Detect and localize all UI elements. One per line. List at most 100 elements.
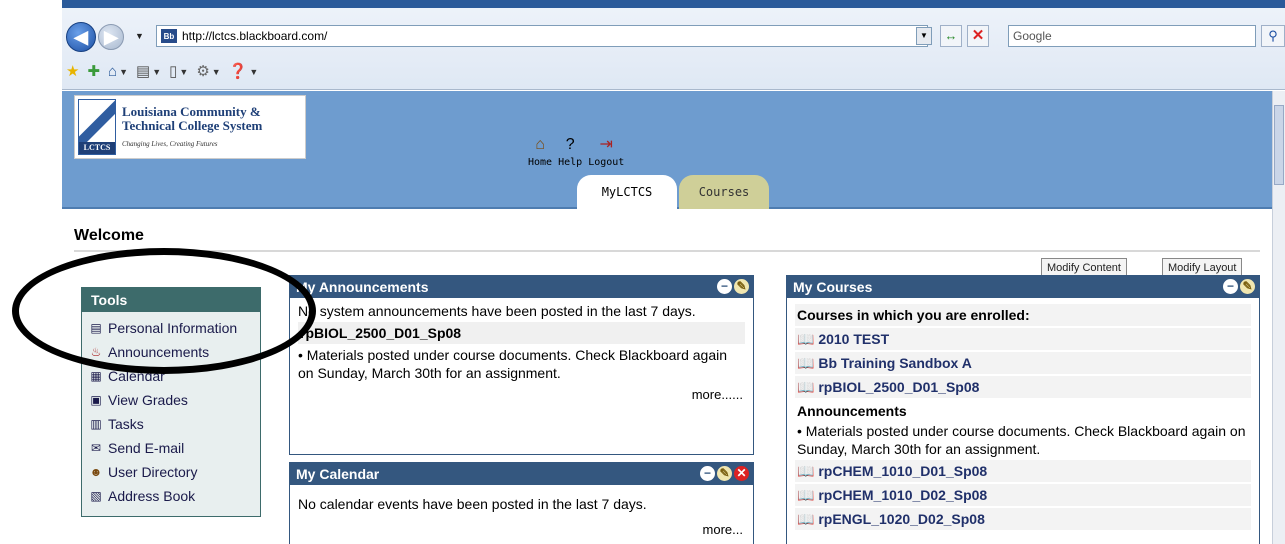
back-arrow-icon: ◀: [74, 26, 88, 47]
browser-toolbar: ◀ ▶ ▼ Bb http://lctcs.blackboard.com/ ▼ …: [62, 0, 1285, 90]
logo-mark-icon: LCTCS: [78, 99, 116, 155]
course-link[interactable]: 📖 rpENGL_1020_D02_Sp08: [795, 508, 1251, 530]
course-link[interactable]: 📖 rpCHEM_1010_D01_Sp08: [795, 460, 1251, 482]
book-icon: 📖: [797, 379, 819, 395]
announcements-module: My Announcements − ✎ No system announcem…: [289, 275, 754, 455]
book-icon: 📖: [797, 487, 819, 503]
announcement-course: rpBIOL_2500_D01_Sp08: [298, 322, 745, 344]
book-icon: 📖: [797, 331, 819, 347]
tab-courses[interactable]: Courses: [679, 175, 769, 209]
scrollbar-thumb[interactable]: [1274, 105, 1284, 185]
course-name: rpCHEM_1010_D01_Sp08: [818, 463, 988, 479]
logo-tagline: Changing Lives, Creating Futures: [122, 140, 218, 148]
forward-arrow-icon: ▶: [104, 26, 118, 47]
courses-title: My Courses: [793, 279, 873, 295]
tools-gear-icon[interactable]: ⚙: [196, 62, 209, 82]
page-dropdown-icon[interactable]: ▼: [179, 62, 188, 82]
home-page-icon[interactable]: ⌂: [108, 62, 117, 82]
course-name: rpBIOL_2500_D01_Sp08: [818, 379, 980, 395]
calendar-header: My Calendar − ✎ ✕: [290, 463, 753, 485]
courses-header: My Courses − ✎: [787, 276, 1259, 298]
favicon-icon: Bb: [161, 29, 177, 43]
logo-abbrev: LCTCS: [79, 142, 115, 154]
book-icon: 📖: [797, 463, 819, 479]
tool-label: Tasks: [108, 416, 144, 432]
module-controls: − ✎: [1223, 279, 1255, 294]
print-icon[interactable]: ▤: [136, 62, 150, 82]
vertical-scrollbar[interactable]: [1272, 91, 1285, 544]
tool-view-grades[interactable]: ▣ View Grades: [88, 388, 260, 412]
module-controls: − ✎ ✕: [700, 466, 749, 481]
home-label: Home: [528, 157, 553, 168]
edit-icon[interactable]: ✎: [1240, 279, 1255, 294]
page-icon[interactable]: ▯: [169, 62, 177, 82]
course-link[interactable]: 📖 rpBIOL_2500_D01_Sp08: [795, 376, 1251, 398]
tool-user-directory[interactable]: ☻ User Directory: [88, 460, 260, 484]
close-icon[interactable]: ✕: [734, 466, 749, 481]
courses-body: Courses in which you are enrolled: 📖 201…: [787, 298, 1259, 530]
stop-icon[interactable]: ✕: [967, 25, 989, 47]
home-link[interactable]: ⌂ Home: [528, 135, 552, 168]
user-icon: ☻: [89, 465, 103, 479]
print-dropdown-icon[interactable]: ▼: [152, 62, 161, 82]
home-icon: ⌂: [535, 136, 545, 153]
tab-mylctcs[interactable]: MyLCTCS: [577, 175, 677, 209]
highlight-circle: [12, 248, 316, 374]
address-dropdown-icon[interactable]: ▼: [916, 27, 932, 45]
edit-icon[interactable]: ✎: [717, 466, 732, 481]
minimize-icon[interactable]: −: [717, 279, 732, 294]
search-input[interactable]: Google: [1008, 25, 1256, 47]
logout-link[interactable]: ⇥ Logout: [588, 135, 624, 168]
minimize-icon[interactable]: −: [1223, 279, 1238, 294]
course-name: rpCHEM_1010_D02_Sp08: [818, 487, 988, 503]
system-announcements-text: No system announcements have been posted…: [298, 303, 696, 319]
tool-label: Send E-mail: [108, 440, 185, 456]
book-icon: 📖: [797, 511, 819, 527]
book-icon: 📖: [797, 355, 819, 371]
refresh-icon[interactable]: ↔: [940, 25, 962, 47]
announcements-title: My Announcements: [296, 279, 429, 295]
minimize-icon[interactable]: −: [700, 466, 715, 481]
logo-line2: Technical College System: [122, 118, 263, 133]
forward-button[interactable]: ▶: [98, 24, 124, 50]
course-link[interactable]: 📖 rpCHEM_1010_D02_Sp08: [795, 484, 1251, 506]
course-link[interactable]: 📖 2010 TEST: [795, 328, 1251, 350]
address-bar[interactable]: Bb http://lctcs.blackboard.com/: [156, 25, 928, 47]
back-button[interactable]: ◀: [66, 22, 96, 52]
tasks-icon: ▥: [90, 417, 102, 431]
tool-label: Address Book: [108, 488, 196, 504]
course-name: 2010 TEST: [818, 331, 890, 347]
calendar-empty-text: No calendar events have been posted in t…: [298, 496, 647, 512]
tool-address-book[interactable]: ▧ Address Book: [88, 484, 260, 508]
tools-dropdown-icon[interactable]: ▼: [212, 62, 221, 82]
tool-tasks[interactable]: ▥ Tasks: [88, 412, 260, 436]
help-label: Help: [558, 157, 583, 168]
home-dropdown-icon[interactable]: ▼: [119, 62, 128, 82]
help-link[interactable]: ? Help: [558, 135, 582, 168]
edit-icon[interactable]: ✎: [734, 279, 749, 294]
lctcs-logo[interactable]: LCTCS Louisiana Community & Technical Co…: [74, 95, 306, 159]
logo-line1: Louisiana Community &: [122, 104, 261, 119]
announcements-header: My Announcements − ✎: [290, 276, 753, 298]
help-dropdown-icon[interactable]: ▼: [249, 62, 258, 82]
course-link[interactable]: 📖 Bb Training Sandbox A: [795, 352, 1251, 374]
calendar-more-link[interactable]: more...: [298, 521, 745, 539]
help-menu-icon[interactable]: ❓: [229, 62, 248, 82]
history-dropdown-icon[interactable]: ▼: [135, 31, 144, 41]
address-book-icon: ▧: [90, 489, 102, 503]
announcement-item: • Materials posted under course document…: [298, 347, 728, 381]
favorites-star-icon[interactable]: ★: [66, 62, 79, 82]
calendar-body: No calendar events have been posted in t…: [290, 485, 753, 539]
module-controls: − ✎: [717, 279, 749, 294]
courses-heading-text: Courses in which you are enrolled:: [797, 307, 1030, 323]
courses-module: My Courses − ✎ Courses in which you are …: [786, 275, 1260, 544]
calendar-module: My Calendar − ✎ ✕ No calendar events hav…: [289, 462, 754, 544]
announcements-body: No system announcements have been posted…: [290, 298, 753, 404]
add-favorites-icon[interactable]: ✚: [87, 62, 100, 82]
address-url[interactable]: http://lctcs.blackboard.com/: [182, 29, 327, 43]
announcements-more-link[interactable]: more......: [298, 386, 745, 404]
title-divider: [74, 250, 1260, 252]
tool-send-email[interactable]: ✉ Send E-mail: [88, 436, 260, 460]
search-icon[interactable]: ⚲: [1261, 25, 1285, 47]
tool-label: View Grades: [108, 392, 188, 408]
